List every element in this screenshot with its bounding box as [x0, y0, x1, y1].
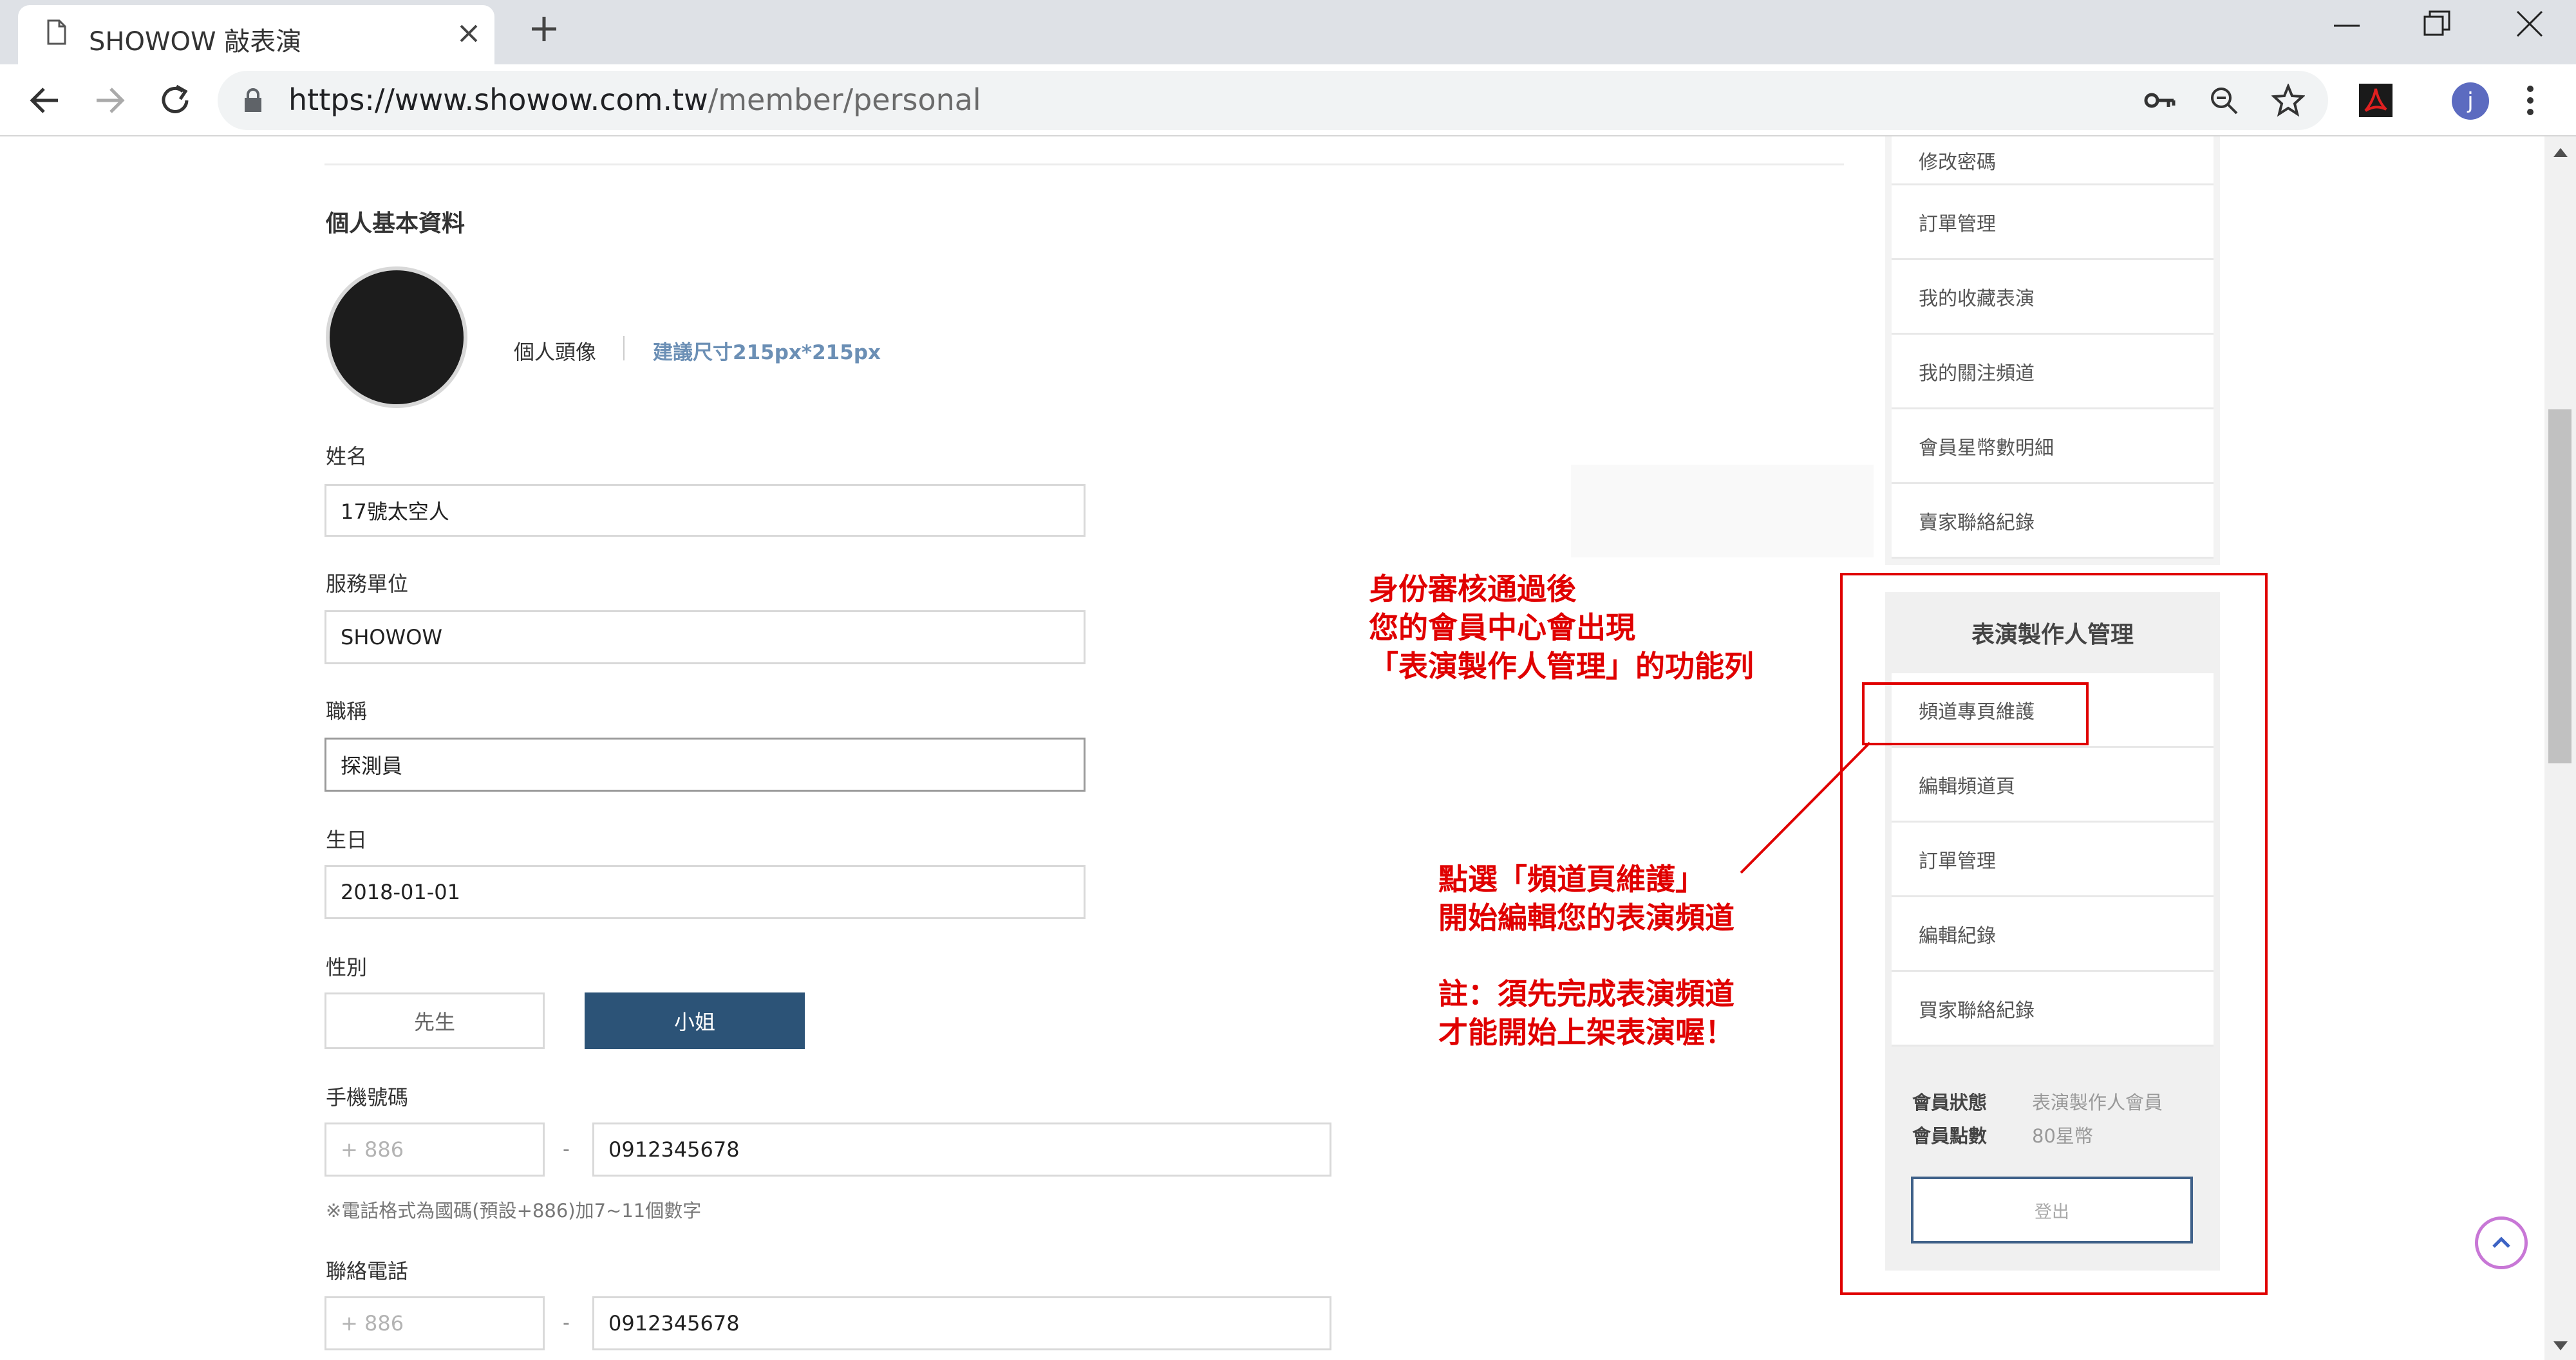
- zoom-icon[interactable]: [2208, 85, 2239, 116]
- birthday-input[interactable]: 2018-01-01: [324, 865, 1086, 919]
- chevron-up-icon: [2492, 1236, 2510, 1248]
- job-title-input[interactable]: 探測員: [324, 738, 1086, 792]
- avatar-label: 個人頭像: [514, 340, 597, 364]
- job-title-label: 職稱: [326, 699, 368, 723]
- scroll-top-button[interactable]: [2475, 1216, 2528, 1269]
- page-icon: [47, 19, 66, 45]
- menu-dots-icon[interactable]: [2524, 82, 2537, 118]
- name-input[interactable]: 17號太空人: [324, 484, 1086, 537]
- mobile-country-code-input[interactable]: + 886: [324, 1122, 545, 1177]
- lock-icon: [245, 88, 261, 112]
- menu-star-coin-details[interactable]: 會員星幣數明細: [1892, 409, 2214, 484]
- mobile-label: 手機號碼: [326, 1085, 409, 1110]
- annotation-item-highlight: [1862, 682, 2089, 745]
- annotation-note-2-line-2: 開始編輯您的表演頻道: [1438, 900, 1735, 935]
- org-label: 服務單位: [326, 572, 409, 596]
- menu-orders[interactable]: 訂單管理: [1892, 185, 2214, 260]
- annotation-producer-frame: [1840, 573, 2268, 1295]
- annotation-note-1: 身份審核通過後 您的會員中心會出現 「表演製作人管理」的功能列: [1369, 570, 1754, 685]
- section-divider: [324, 163, 1844, 165]
- scroll-down-arrow-icon[interactable]: [2551, 1339, 2570, 1354]
- menu-followed-channels[interactable]: 我的關注頻道: [1892, 335, 2214, 409]
- back-icon[interactable]: [28, 84, 62, 117]
- menu-favorite-shows[interactable]: 我的收藏表演: [1892, 260, 2214, 335]
- section-title: 個人基本資料: [326, 210, 465, 237]
- url-path: /member/personal: [708, 82, 981, 117]
- org-input[interactable]: SHOWOW: [324, 610, 1086, 664]
- avatar-divider: [623, 336, 625, 360]
- minimize-icon[interactable]: [2331, 13, 2363, 39]
- close-window-icon[interactable]: [2515, 9, 2544, 39]
- url-text[interactable]: https://www.showow.com.tw/member/persona…: [288, 82, 981, 117]
- new-tab-icon[interactable]: [528, 13, 560, 45]
- showow-logo-icon: [352, 306, 440, 383]
- menu-change-password[interactable]: 修改密碼: [1892, 136, 2214, 185]
- annotation-note-1-line-2: 您的會員中心會出現: [1369, 610, 1635, 645]
- browser-tab[interactable]: SHOWOW 敲表演: [18, 5, 494, 64]
- acrobat-icon: [2364, 88, 2387, 112]
- profile-photo[interactable]: [326, 266, 467, 408]
- key-icon[interactable]: [2144, 89, 2176, 112]
- reload-icon[interactable]: [157, 82, 193, 118]
- pdf-extension-icon[interactable]: [2359, 84, 2393, 117]
- annotation-note-2: 點選「頻道頁維護」 開始編輯您的表演頻道: [1438, 860, 1735, 937]
- profile-avatar[interactable]: j: [2452, 82, 2489, 120]
- url-host: https://www.showow.com.tw: [288, 82, 708, 117]
- mobile-format-hint: ※電話格式為國碼(預設+886)加7~11個數字: [326, 1200, 702, 1222]
- annotation-note-3-line-1: 註：須先完成表演頻道: [1438, 976, 1735, 1011]
- phone-label: 聯絡電話: [326, 1259, 409, 1283]
- tab-close-icon[interactable]: [456, 21, 482, 46]
- scroll-up-arrow-icon[interactable]: [2551, 144, 2570, 160]
- bookmark-star-icon[interactable]: [2271, 84, 2305, 117]
- phone-dash: -: [563, 1312, 570, 1334]
- annotation-note-2-line-1: 點選「頻道頁維護」: [1438, 862, 1705, 897]
- mobile-number-input[interactable]: 0912345678: [592, 1122, 1331, 1177]
- phone-number-input[interactable]: 0912345678: [592, 1296, 1331, 1350]
- gender-ms-button[interactable]: 小姐: [585, 992, 805, 1049]
- annotation-pointer-line: [1740, 741, 1871, 874]
- scroll-thumb[interactable]: [2548, 409, 2571, 763]
- restore-icon[interactable]: [2422, 9, 2452, 39]
- mobile-dash: -: [563, 1138, 570, 1160]
- phone-country-code-input[interactable]: + 886: [324, 1296, 545, 1350]
- tab-title: SHOWOW 敲表演: [89, 27, 302, 57]
- annotation-note-1-line-3: 「表演製作人管理」的功能列: [1369, 649, 1754, 684]
- forward-icon[interactable]: [93, 84, 126, 117]
- annotation-note-3: 註：須先完成表演頻道 才能開始上架表演喔！: [1438, 974, 1735, 1052]
- blank-panel: [1571, 465, 1874, 557]
- profile-avatar-letter: j: [2467, 88, 2474, 114]
- gender-label: 性別: [326, 955, 368, 980]
- menu-seller-contact-log[interactable]: 賣家聯絡紀錄: [1892, 484, 2214, 559]
- gender-mr-button[interactable]: 先生: [324, 992, 545, 1049]
- annotation-note-3-line-2: 才能開始上架表演喔！: [1438, 1015, 1735, 1050]
- avatar-size-hint: 建議尺寸215px*215px: [653, 341, 881, 364]
- annotation-note-1-line-1: 身份審核通過後: [1369, 572, 1576, 606]
- birthday-label: 生日: [326, 828, 368, 852]
- name-label: 姓名: [326, 444, 368, 469]
